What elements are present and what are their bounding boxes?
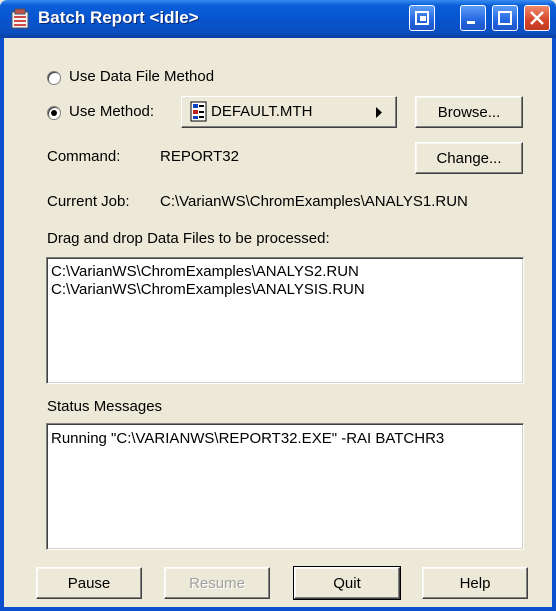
method-file-icon [190,101,207,122]
context-help-button[interactable] [409,5,435,31]
current-job-value: C:\VarianWS\ChromExamples\ANALYS1.RUN [160,193,468,210]
command-label: Command: [47,148,121,165]
data-file-method-radio[interactable] [47,71,61,85]
help-button-label: Help [459,575,491,592]
use-method-radio[interactable] [47,106,61,120]
minimize-button[interactable] [460,5,486,31]
quit-button[interactable]: Quit [293,566,401,600]
method-name: DEFAULT.MTH [211,103,313,120]
browse-button[interactable]: Browse... [415,96,523,128]
maximize-button[interactable] [492,5,518,31]
method-selector[interactable]: DEFAULT.MTH [181,96,397,128]
list-item[interactable]: C:\VarianWS\ChromExamples\ANALYS2.RUN [47,263,523,281]
quit-button-label: Quit [333,575,361,592]
current-job-label: Current Job: [47,193,130,210]
data-file-method-label[interactable]: Use Data File Method [69,68,214,85]
command-value: REPORT32 [160,148,239,165]
chevron-right-icon[interactable] [374,106,384,119]
status-message: Running "C:\VARIANWS\REPORT32.EXE" -RAI … [51,430,445,447]
title-bar[interactable]: Batch Report <idle> [0,0,556,38]
minimize-icon [467,21,475,24]
resume-button-label: Resume [189,575,245,592]
list-item[interactable]: C:\VarianWS\ChromExamples\ANALYSIS.RUN [47,281,523,299]
pause-button-label: Pause [67,575,111,592]
use-method-label[interactable]: Use Method: [69,103,154,120]
pause-button[interactable]: Pause [36,567,142,599]
data-files-list[interactable]: C:\VarianWS\ChromExamples\ANALYS2.RUN C:… [46,257,524,384]
change-button[interactable]: Change... [415,142,523,174]
status-messages-label: Status Messages [47,398,163,415]
app-icon [11,8,29,29]
close-icon [530,11,544,25]
drop-area-label: Drag and drop Data Files to be processed… [47,230,330,247]
maximize-icon [498,11,512,25]
window-title: Batch Report <idle> [38,8,199,27]
help-button[interactable]: Help [422,567,528,599]
resume-button[interactable]: Resume [164,567,270,599]
change-button-label: Change... [436,150,502,167]
browse-button-label: Browse... [437,104,501,121]
close-button[interactable] [524,5,550,31]
status-messages-box[interactable]: Running "C:\VARIANWS\REPORT32.EXE" -RAI … [46,423,524,550]
restore-window-icon [415,11,429,25]
